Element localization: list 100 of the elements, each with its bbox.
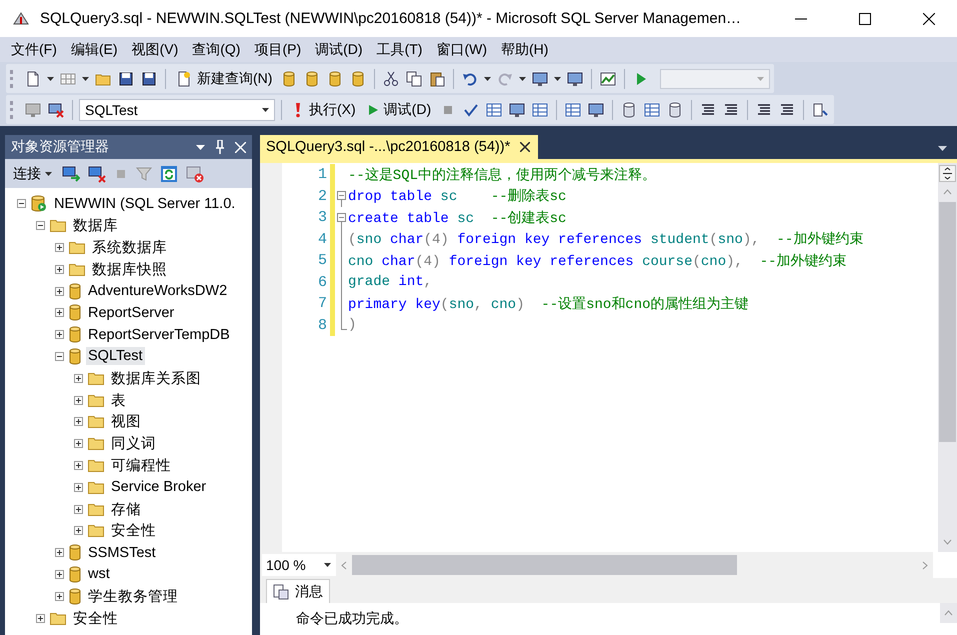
database-icon[interactable] — [350, 70, 366, 86]
caret-icon[interactable] — [47, 76, 54, 80]
pin-icon[interactable] — [215, 140, 225, 154]
disconnect-icon[interactable] — [88, 164, 106, 182]
collapse-icon[interactable] — [17, 199, 26, 208]
tree-item[interactable]: AdventureWorksDW2 — [86, 282, 230, 300]
save-icon[interactable] — [118, 70, 134, 86]
tree-item[interactable]: SSMSTest — [86, 544, 158, 562]
connect-icon[interactable] — [62, 164, 80, 182]
expand-icon[interactable] — [55, 308, 64, 318]
tree-item[interactable]: Service Broker — [109, 478, 208, 496]
database-icon[interactable] — [327, 70, 344, 86]
copy-icon[interactable] — [406, 70, 422, 86]
maximize-icon[interactable] — [859, 12, 871, 24]
zoom-dropdown[interactable]: 100 % — [262, 554, 336, 576]
lines-icon[interactable] — [779, 102, 796, 118]
tree-item[interactable]: SQLTest — [86, 347, 145, 366]
monitor-icon[interactable] — [567, 70, 584, 86]
menu-item[interactable]: 调试(D) — [308, 40, 370, 58]
expand-icon[interactable] — [74, 460, 83, 470]
menu-item[interactable]: 编辑(E) — [64, 40, 125, 58]
menu-item[interactable]: 查询(Q) — [185, 40, 248, 58]
tree-item[interactable]: 存储 — [109, 498, 143, 520]
splitter-icon[interactable] — [939, 165, 956, 182]
dropdown-arrow-icon[interactable] — [196, 144, 205, 150]
tree-item[interactable]: 可编程性 — [109, 454, 173, 476]
lines-icon[interactable] — [723, 102, 740, 118]
tree-item[interactable]: 安全性 — [71, 608, 120, 629]
expand-icon[interactable] — [74, 526, 83, 536]
expand-icon[interactable] — [55, 330, 64, 340]
monitor-icon[interactable] — [509, 102, 526, 118]
expand-icon[interactable] — [55, 570, 64, 579]
caret-icon[interactable] — [554, 76, 562, 80]
connect-button[interactable]: 连接 — [9, 162, 56, 184]
expand-icon[interactable] — [55, 242, 64, 252]
tree-item[interactable]: NEWWIN (SQL Server 11.0. — [52, 194, 238, 213]
expand-icon[interactable] — [55, 592, 64, 601]
database-icon[interactable] — [281, 70, 298, 86]
caret-icon[interactable] — [484, 76, 492, 80]
grid-icon[interactable] — [644, 102, 660, 118]
database-icon[interactable] — [667, 102, 684, 118]
grid-icon[interactable] — [565, 102, 582, 118]
tree-item[interactable]: wst — [86, 565, 112, 584]
expand-icon[interactable] — [36, 614, 45, 623]
expand-icon[interactable] — [74, 482, 83, 492]
disconnect-icon[interactable] — [48, 102, 64, 118]
file-icon[interactable] — [812, 102, 828, 118]
expand-icon[interactable] — [74, 417, 83, 426]
expand-icon[interactable] — [55, 264, 64, 274]
tree-item[interactable]: 数据库快照 — [90, 258, 169, 280]
database-icon[interactable] — [621, 102, 638, 118]
database-dropdown[interactable]: SQLTest — [79, 98, 275, 120]
tree-item[interactable]: 表 — [109, 390, 128, 411]
tree-item[interactable]: 系统数据库 — [90, 236, 169, 258]
grid-icon[interactable] — [532, 102, 548, 118]
expand-icon[interactable] — [74, 374, 83, 383]
menu-item[interactable]: 项目(P) — [247, 40, 308, 58]
menu-item[interactable]: 帮助(H) — [494, 40, 556, 58]
close-icon[interactable] — [923, 12, 935, 24]
menu-item[interactable]: 视图(V) — [124, 40, 186, 58]
expand-icon[interactable] — [55, 548, 64, 558]
tree-item[interactable]: 学生教务管理 — [86, 586, 180, 607]
scrollbar-thumb[interactable] — [939, 202, 956, 442]
menu-item[interactable]: 工具(T) — [370, 40, 430, 58]
file-icon[interactable] — [25, 70, 41, 86]
expand-icon[interactable] — [55, 286, 64, 296]
scissors-icon[interactable] — [383, 70, 400, 86]
undo-icon[interactable] — [462, 70, 478, 86]
caret-icon[interactable] — [519, 76, 526, 80]
close-icon[interactable] — [520, 142, 530, 152]
messages-tab[interactable]: 消息 — [266, 579, 330, 603]
grid-icon[interactable] — [486, 102, 502, 118]
monitor-icon[interactable] — [588, 102, 604, 118]
chart-icon[interactable] — [600, 70, 616, 86]
menu-item[interactable]: 文件(F) — [4, 40, 64, 58]
expand-icon[interactable] — [74, 396, 83, 405]
paste-icon[interactable] — [429, 70, 446, 86]
collapse-icon[interactable] — [36, 221, 45, 230]
save-icon[interactable] — [141, 70, 157, 86]
caret-icon[interactable] — [82, 76, 89, 80]
lines-icon[interactable] — [700, 102, 716, 118]
checkmark-icon[interactable] — [463, 102, 480, 118]
document-tab[interactable]: SQLQuery3.sql -...\pc20160818 (54))* — [260, 135, 538, 159]
dropdown-arrow-icon[interactable] — [938, 146, 947, 151]
scrollbar-thumb[interactable] — [352, 555, 737, 575]
database-icon[interactable] — [304, 70, 320, 86]
tree-item[interactable]: 数据库 — [71, 215, 120, 236]
delete-icon[interactable] — [186, 164, 204, 182]
expand-icon[interactable] — [74, 439, 83, 448]
monitor-icon[interactable] — [532, 70, 548, 86]
lines-icon[interactable] — [756, 102, 772, 118]
collapse-icon[interactable] — [55, 352, 64, 361]
new-query-button[interactable]: 新建查询(N) — [172, 68, 276, 90]
debug-button[interactable]: 调试(D) — [362, 98, 436, 120]
refresh-icon[interactable] — [160, 164, 178, 182]
tree-item[interactable]: ReportServer — [86, 304, 176, 322]
execute-button[interactable]: 执行(X) — [288, 98, 360, 120]
tree-item[interactable]: 安全性 — [109, 520, 158, 542]
expand-icon[interactable] — [74, 504, 83, 514]
menu-item[interactable]: 窗口(W) — [429, 40, 494, 58]
